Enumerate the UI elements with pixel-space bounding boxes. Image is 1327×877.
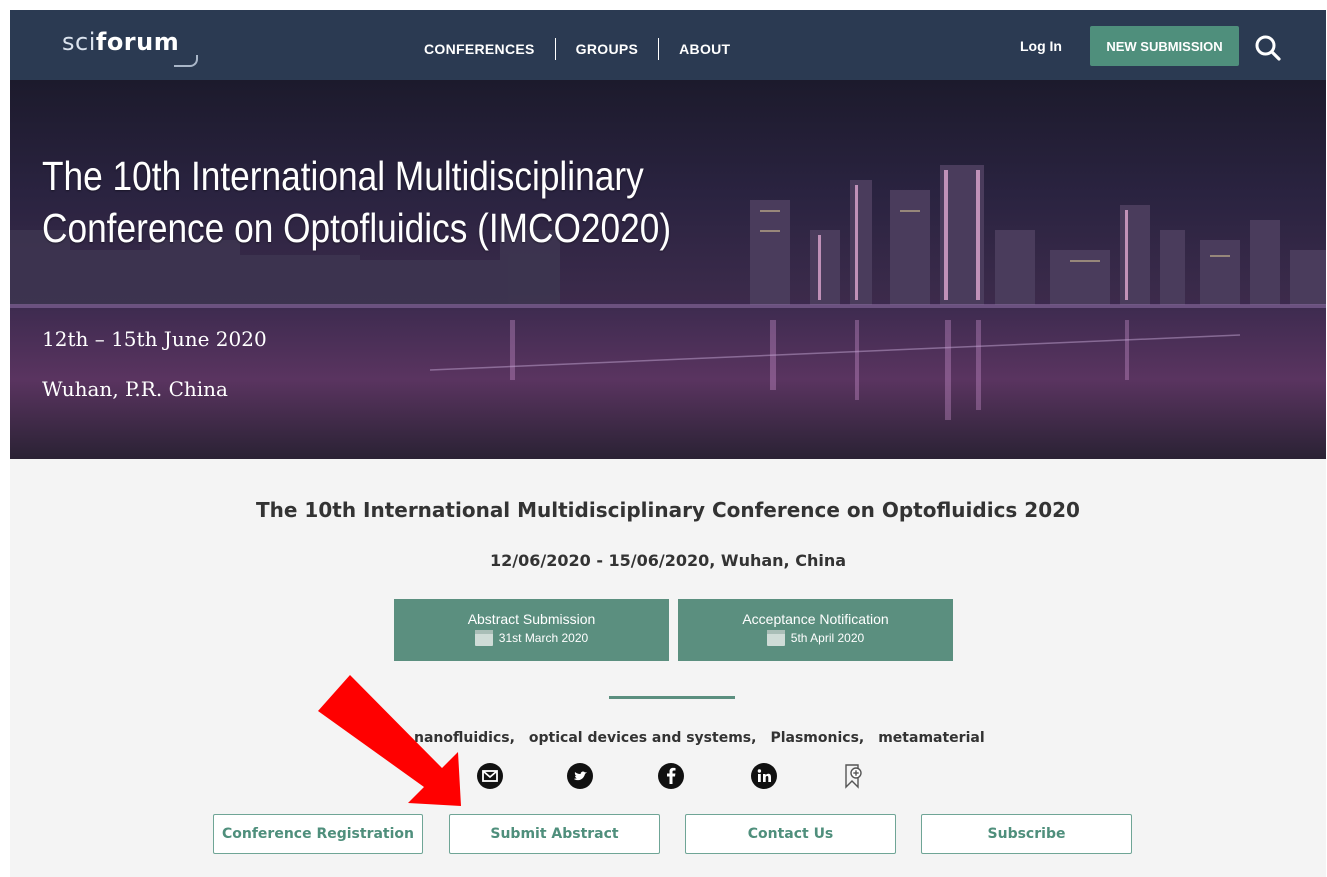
nav-separator <box>658 38 660 60</box>
hero-banner: The 10th International Multidisciplinary… <box>10 80 1326 459</box>
abstract-submission-deadline: Abstract Submission 31st March 2020 <box>394 599 669 661</box>
twitter-icon[interactable] <box>566 762 594 790</box>
hero-location: Wuhan, P.R. China <box>42 377 228 401</box>
facebook-icon[interactable] <box>657 762 685 790</box>
conference-dates: 12/06/2020 - 15/06/2020, Wuhan, China <box>490 551 846 570</box>
nav-separator <box>554 38 556 60</box>
calendar-icon <box>474 630 493 646</box>
calendar-icon <box>766 630 785 646</box>
keyword[interactable]: Plasmonics, <box>770 730 864 746</box>
contact-us-button[interactable]: Contact Us <box>685 814 896 854</box>
keyword[interactable]: metamaterial <box>878 730 984 746</box>
new-submission-button[interactable]: NEW SUBMISSION <box>1090 26 1239 66</box>
conference-title: The 10th International Multidisciplinary… <box>256 498 1080 522</box>
logo-text-light: sci <box>62 28 96 56</box>
search-icon[interactable] <box>1254 34 1282 62</box>
logo-swoosh-icon <box>174 55 198 67</box>
acceptance-notification-deadline: Acceptance Notification 5th April 2020 <box>678 599 953 661</box>
section-divider <box>609 696 735 699</box>
deadline-label: Acceptance Notification <box>742 611 889 627</box>
main-nav: CONFERENCES GROUPS ABOUT <box>424 38 730 60</box>
linkedin-icon[interactable] <box>750 762 778 790</box>
nav-groups[interactable]: GROUPS <box>576 41 638 57</box>
keyword[interactable]: nanofluidics, <box>414 730 515 746</box>
deadline-date: 5th April 2020 <box>790 631 865 645</box>
deadline-date: 31st March 2020 <box>498 631 589 645</box>
page-frame: sciforum CONFERENCES GROUPS ABOUT Log In… <box>10 10 1326 877</box>
nav-conferences[interactable]: CONFERENCES <box>424 41 535 57</box>
bookmark-add-icon[interactable] <box>839 762 867 790</box>
keyword-list: nanofluidics, optical devices and system… <box>414 730 985 746</box>
deadline-label: Abstract Submission <box>467 611 596 627</box>
top-nav-bar: sciforum CONFERENCES GROUPS ABOUT Log In… <box>10 10 1326 80</box>
login-link[interactable]: Log In <box>1020 38 1062 54</box>
conference-registration-button[interactable]: Conference Registration <box>213 814 423 854</box>
logo-text-bold: forum <box>95 28 180 56</box>
keyword[interactable]: optical devices and systems, <box>529 730 757 746</box>
hero-date: 12th – 15th June 2020 <box>42 327 267 351</box>
email-icon[interactable] <box>476 762 504 790</box>
submit-abstract-button[interactable]: Submit Abstract <box>449 814 660 854</box>
city-skyline-background <box>10 165 1326 459</box>
nav-about[interactable]: ABOUT <box>679 41 730 57</box>
subscribe-button[interactable]: Subscribe <box>921 814 1132 854</box>
sciforum-logo[interactable]: sciforum <box>62 28 198 67</box>
hero-title: The 10th International Multidisciplinary… <box>42 153 672 251</box>
